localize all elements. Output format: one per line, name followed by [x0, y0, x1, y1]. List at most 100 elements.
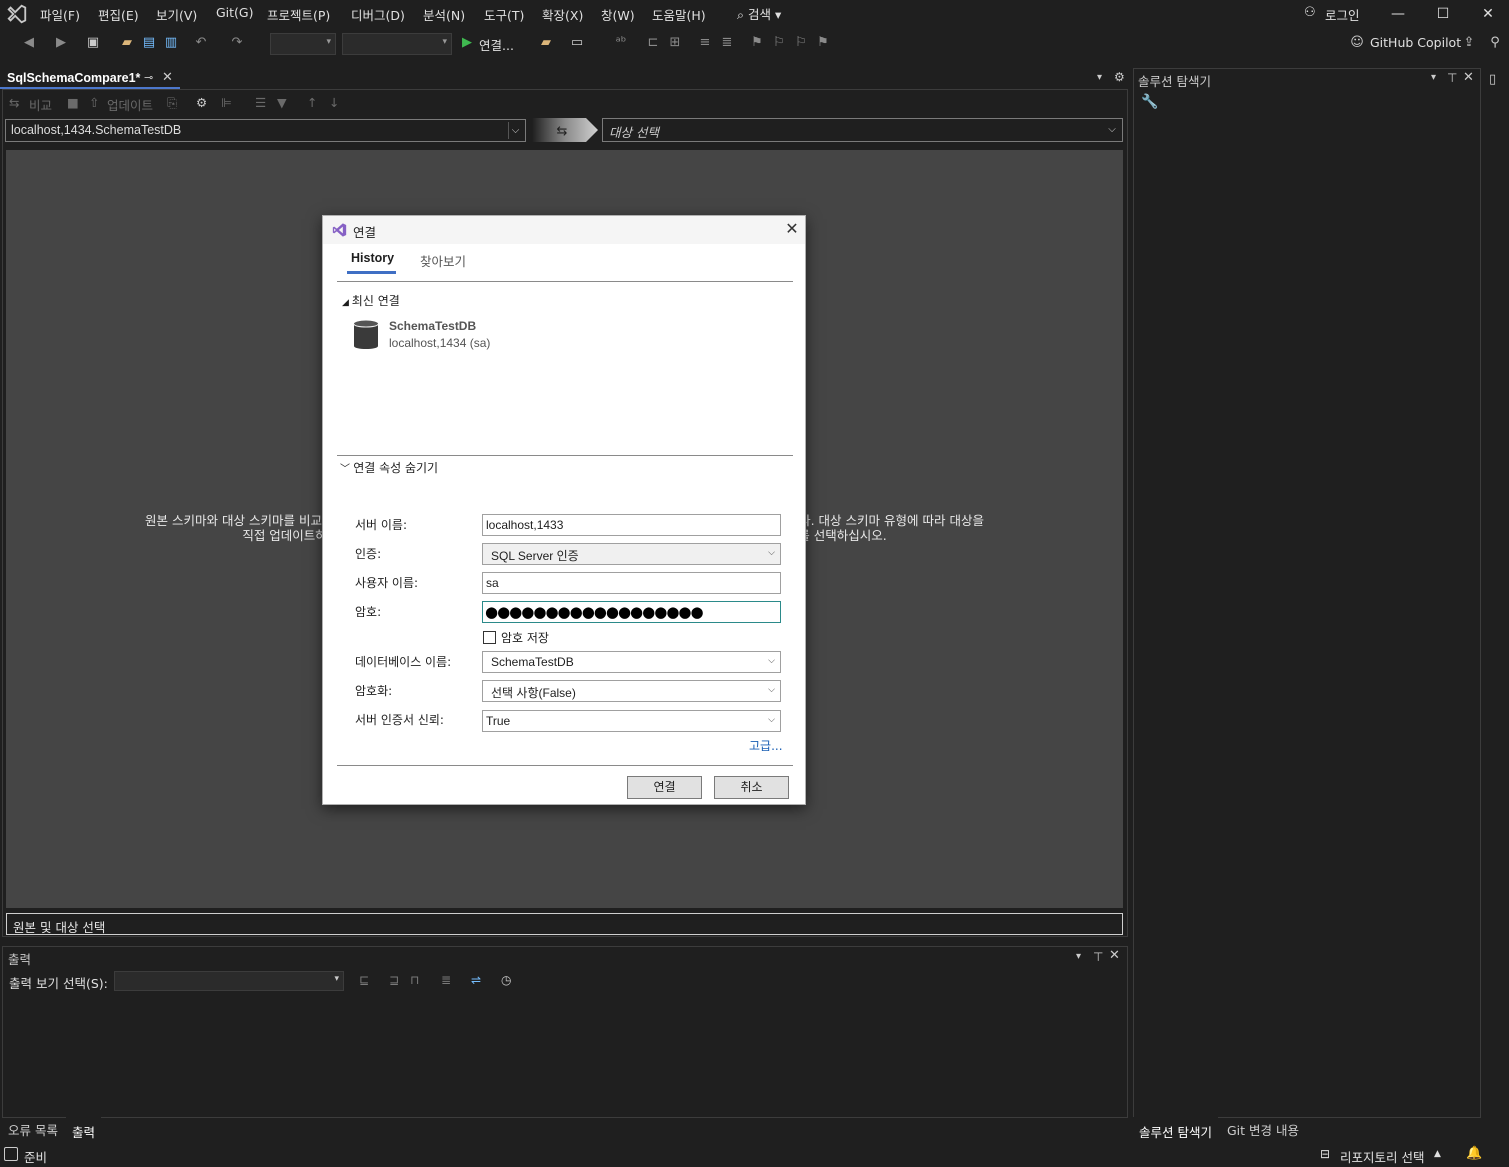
- menu-analyze[interactable]: 분석(N): [423, 5, 465, 24]
- folder-icon[interactable]: ▰: [537, 34, 555, 52]
- compare-icon[interactable]: ⇆: [9, 95, 19, 110]
- save-all-icon[interactable]: ▥: [162, 34, 180, 52]
- chevron-down-icon[interactable]: ⌵: [1105, 121, 1119, 138]
- output-source-dropdown[interactable]: ▾: [114, 971, 344, 991]
- maximize-icon[interactable]: ☐: [1433, 4, 1453, 24]
- menu-tools[interactable]: 도구(T): [484, 5, 524, 24]
- database-name-dropdown[interactable]: SchemaTestDB ⌵: [482, 651, 781, 673]
- close-tab-icon[interactable]: ✕: [162, 70, 173, 85]
- copilot-icon[interactable]: ☺: [1348, 34, 1366, 52]
- menu-window[interactable]: 창(W): [601, 5, 635, 24]
- minimize-icon[interactable]: —: [1388, 4, 1408, 24]
- undo-icon[interactable]: ↶: [192, 34, 210, 52]
- group-results-icon[interactable]: ⊫: [221, 95, 232, 110]
- pin-tab-icon[interactable]: ⊸: [144, 71, 153, 84]
- redo-icon[interactable]: ↷: [228, 34, 246, 52]
- columns-icon[interactable]: ⊞: [666, 34, 684, 52]
- document-settings-icon[interactable]: ⚙: [1114, 70, 1125, 84]
- menu-extensions[interactable]: 확장(X): [542, 5, 583, 24]
- filter-lines-icon[interactable]: ☰: [255, 95, 266, 110]
- save-icon[interactable]: ▤: [140, 34, 158, 52]
- timestamp-clock-icon[interactable]: ◷: [501, 973, 511, 987]
- go-previous-message-icon[interactable]: ⊒: [389, 973, 399, 987]
- menu-view[interactable]: 보기(V): [156, 5, 197, 24]
- panel-dropdown-icon[interactable]: ▾: [1431, 72, 1436, 83]
- tab-output[interactable]: 출력: [66, 1117, 102, 1140]
- new-project-icon[interactable]: ▣: [84, 34, 102, 52]
- chevron-up-icon[interactable]: ▲: [1434, 1149, 1441, 1159]
- advanced-link[interactable]: 고급...: [749, 737, 783, 754]
- close-panel-icon[interactable]: ✕: [1463, 70, 1474, 85]
- options-gear-icon[interactable]: ⚙: [196, 95, 207, 110]
- outdent-icon[interactable]: ≣: [718, 34, 736, 52]
- bookmark-icon[interactable]: ⚑: [748, 34, 766, 52]
- login-button[interactable]: 로그인: [1325, 5, 1360, 24]
- spellcheck-icon[interactable]: ᵃᵇ: [612, 34, 630, 52]
- menu-edit[interactable]: 편집(E): [98, 5, 139, 24]
- menu-project[interactable]: 프로젝트(P): [267, 5, 330, 24]
- tab-git-changes[interactable]: Git 변경 내용: [1221, 1117, 1305, 1139]
- source-schema-dropdown[interactable]: localhost,1434.SchemaTestDB ⌵: [5, 119, 526, 142]
- layout-icon[interactable]: ▭: [568, 34, 586, 52]
- word-wrap-icon[interactable]: ⇌: [471, 973, 481, 987]
- share-icon[interactable]: ⇪: [1460, 34, 1478, 52]
- update-button[interactable]: 업데이트: [107, 95, 153, 114]
- tab-error-list[interactable]: 오류 목록: [2, 1117, 64, 1139]
- output-dropdown-icon[interactable]: ▾: [1076, 951, 1081, 962]
- github-copilot-button[interactable]: GitHub Copilot: [1370, 35, 1461, 50]
- pin-output-icon[interactable]: ⊤: [1093, 950, 1103, 964]
- generate-script-icon[interactable]: ⎘: [167, 95, 177, 111]
- back-icon[interactable]: ◀: [20, 34, 38, 52]
- hide-connection-properties-toggle[interactable]: ﹀ 연결 속성 숨기기: [340, 459, 438, 476]
- authentication-dropdown[interactable]: SQL Server 인증 ⌵: [482, 543, 781, 565]
- next-change-icon[interactable]: ↓: [329, 95, 339, 110]
- notifications-side-icon[interactable]: ▯: [1489, 72, 1496, 87]
- run-button-label[interactable]: 연결...: [479, 35, 514, 54]
- tab-history[interactable]: History: [351, 251, 394, 265]
- save-password-label[interactable]: 암호 저장: [501, 629, 549, 646]
- open-folder-icon[interactable]: ▰: [118, 34, 136, 52]
- menu-file[interactable]: 파일(F): [40, 5, 80, 24]
- compare-button[interactable]: 비교: [29, 95, 52, 114]
- find-message-icon[interactable]: ⊑: [359, 973, 369, 987]
- pin-panel-icon[interactable]: ⊤: [1447, 71, 1457, 85]
- align-icon[interactable]: ⊏: [644, 34, 662, 52]
- search-box[interactable]: ⌕ 검색 ▾: [737, 4, 781, 23]
- clear-all-icon[interactable]: ≣: [441, 973, 451, 987]
- tab-browse[interactable]: 찾아보기: [420, 251, 466, 270]
- trust-server-certificate-dropdown[interactable]: True ⌵: [482, 710, 781, 732]
- stop-icon[interactable]: ■: [67, 95, 79, 110]
- run-icon[interactable]: ▶: [458, 34, 476, 52]
- user-name-input[interactable]: sa: [482, 572, 781, 594]
- recent-connections-header[interactable]: ◢ 최신 연결: [342, 292, 400, 309]
- close-output-icon[interactable]: ✕: [1109, 948, 1120, 963]
- bookmark-prev-icon[interactable]: ⚐: [770, 34, 788, 52]
- bookmark-clear-icon[interactable]: ⚑: [814, 34, 832, 52]
- previous-change-icon[interactable]: ↑: [307, 95, 317, 110]
- save-password-checkbox[interactable]: [483, 631, 496, 644]
- wrench-icon[interactable]: 🔧: [1141, 94, 1158, 110]
- update-icon[interactable]: ⇧: [89, 95, 99, 110]
- close-window-icon[interactable]: ✕: [1478, 4, 1498, 24]
- visual-studio-logo-icon[interactable]: [6, 3, 28, 25]
- cancel-button[interactable]: 취소: [714, 776, 789, 799]
- indent-icon[interactable]: ≡: [696, 34, 714, 52]
- bookmark-next-icon[interactable]: ⚐: [792, 34, 810, 52]
- go-next-message-icon[interactable]: ⊓: [410, 973, 419, 987]
- feedback-icon[interactable]: ⚲: [1486, 34, 1504, 52]
- password-input[interactable]: ●●●●●●●●●●●●●●●●●●: [482, 601, 781, 623]
- server-name-input[interactable]: localhost,1433: [482, 514, 781, 536]
- configuration-dropdown[interactable]: ▾: [270, 33, 336, 55]
- notifications-bell-icon[interactable]: 🔔: [1466, 1146, 1482, 1161]
- menu-help[interactable]: 도움말(H): [652, 5, 706, 24]
- menu-debug[interactable]: 디버그(D): [351, 5, 405, 24]
- recent-connection-name[interactable]: SchemaTestDB: [389, 319, 476, 333]
- platform-dropdown[interactable]: ▾: [342, 33, 452, 55]
- menu-git[interactable]: Git(G): [216, 5, 254, 20]
- select-repository-button[interactable]: 리포지토리 선택: [1340, 1147, 1424, 1166]
- filter-icon[interactable]: ▼: [277, 95, 287, 110]
- close-icon[interactable]: ✕: [782, 219, 802, 239]
- chevron-down-icon[interactable]: ⌵: [508, 122, 522, 139]
- encrypt-dropdown[interactable]: 선택 사항(False) ⌵: [482, 680, 781, 702]
- tab-solution-explorer[interactable]: 솔루션 탐색기: [1133, 1117, 1218, 1140]
